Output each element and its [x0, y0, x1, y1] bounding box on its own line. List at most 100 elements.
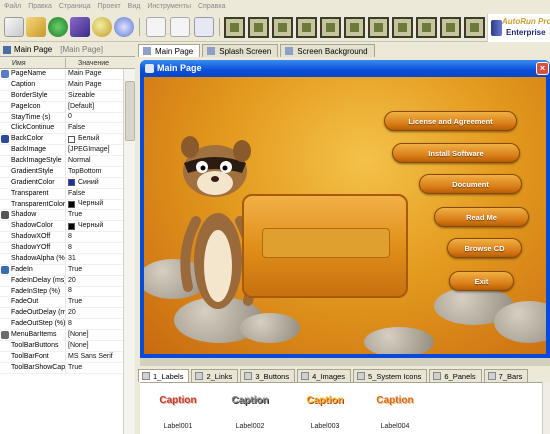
property-row[interactable]: TransparentColor Черный	[0, 199, 135, 211]
tab-labels[interactable]: 1_Labels	[138, 369, 190, 382]
property-row[interactable]: ShadowXOff 8	[0, 232, 135, 243]
splash-icon	[207, 47, 216, 55]
property-value-text: 8	[68, 320, 72, 328]
tab-links[interactable]: 2_Links	[191, 369, 239, 382]
object-selector[interactable]: Main Page [Main Page]	[0, 43, 135, 57]
template-icon[interactable]	[224, 17, 245, 38]
template-icon[interactable]	[464, 17, 485, 38]
caption-preview: Caption	[376, 395, 414, 406]
property-name: BorderStyle	[0, 90, 66, 101]
property-row[interactable]: ToolBarFont MS Sans Serif	[0, 351, 135, 363]
property-name: ShadowAlpha (%)	[0, 253, 66, 264]
property-name: ToolBarShowCaption	[0, 362, 66, 373]
component-label004[interactable]: Caption Label004	[365, 389, 425, 434]
component-name: Label003	[310, 423, 340, 430]
search-icon[interactable]	[92, 17, 112, 37]
template-icon[interactable]	[344, 17, 365, 38]
component-palette: Caption Label001 Caption Label002 Captio…	[140, 382, 550, 434]
template-icon[interactable]	[440, 17, 461, 38]
close-icon[interactable]: ×	[536, 62, 549, 75]
component-label003[interactable]: Caption Label003	[295, 389, 355, 434]
burn-disc-icon[interactable]	[114, 17, 134, 37]
property-row[interactable]: FadeOutDelay (ms) 20	[0, 308, 135, 320]
template-icon[interactable]	[368, 17, 389, 38]
tab-main-page[interactable]: Main Page	[138, 44, 201, 57]
property-row[interactable]: BackColor Белый	[0, 134, 135, 146]
palette-scrollbar[interactable]	[542, 382, 550, 434]
tab-label: 4_Images	[312, 371, 346, 381]
property-row[interactable]: ShadowColor Черный	[0, 221, 135, 233]
property-value-text: Черный	[78, 200, 104, 208]
tab-images[interactable]: 4_Images	[297, 369, 352, 382]
property-value-text: Черный	[78, 222, 104, 230]
globe-icon[interactable]	[48, 17, 68, 37]
property-value-text: 8	[68, 287, 72, 295]
menu-edit[interactable]: Правка	[28, 3, 52, 10]
menu-page[interactable]: Страница	[59, 3, 91, 10]
property-row[interactable]: FadeInStep (%) 8	[0, 286, 135, 298]
open-folder-icon[interactable]	[26, 17, 46, 37]
property-row[interactable]: StayTime (s) 0	[0, 112, 135, 124]
property-row[interactable]: FadeOutStep (%) 8	[0, 319, 135, 330]
property-row[interactable]: ShadowYOff 8	[0, 243, 135, 254]
document-button[interactable]: Document	[419, 174, 522, 194]
template-icon[interactable]	[272, 17, 293, 38]
tab-bars[interactable]: 7_Bars	[483, 369, 529, 382]
property-row[interactable]: GradientColor Синий	[0, 177, 135, 189]
template-icon[interactable]	[248, 17, 269, 38]
template-icon[interactable]	[296, 17, 317, 38]
property-row[interactable]: ShadowAlpha (%) 31	[0, 253, 135, 265]
property-value-text: 20	[68, 276, 76, 284]
install-software-button[interactable]: Install Software	[392, 143, 520, 163]
property-row[interactable]: FadeIn True	[0, 264, 135, 276]
property-row[interactable]: Caption Main Page	[0, 79, 135, 91]
design-stage[interactable]: License and Agreement Install Software D…	[144, 77, 546, 354]
property-value-text: [None]	[68, 341, 89, 349]
tab-splash-screen[interactable]: Splash Screen	[202, 44, 279, 57]
panels-icon	[433, 372, 442, 380]
run-icon[interactable]	[70, 17, 90, 37]
component-label001[interactable]: Caption Label001	[148, 389, 208, 434]
property-row[interactable]: ClickContinue False	[0, 123, 135, 135]
tab-screen-background[interactable]: Screen Background	[280, 44, 375, 57]
property-row[interactable]: BorderStyle Sizeable	[0, 90, 135, 102]
license-agreement-button[interactable]: License and Agreement	[384, 111, 517, 131]
menu-project[interactable]: Проект	[98, 3, 121, 10]
property-row[interactable]: FadeOut True	[0, 297, 135, 309]
property-row[interactable]: PageIcon [Default]	[0, 101, 135, 113]
browse-cd-button[interactable]: Browse CD	[447, 238, 522, 258]
template-icon[interactable]	[416, 17, 437, 38]
tab-system-icons[interactable]: 5_System Icons	[353, 369, 428, 382]
property-row[interactable]: FadeInDelay (ms) 20	[0, 275, 135, 287]
property-row[interactable]: MenuBarItems [None]	[0, 330, 135, 341]
menu-tools[interactable]: Инструменты	[147, 3, 191, 10]
column-name: Имя	[0, 58, 66, 68]
property-scrollbar[interactable]	[123, 69, 135, 434]
property-row[interactable]: Transparent False	[0, 188, 135, 200]
menu-help[interactable]: Справка	[198, 3, 225, 10]
property-row[interactable]: BackImage [JPEGImage]	[0, 145, 135, 156]
scroll-thumb[interactable]	[125, 81, 135, 141]
property-value-text: False	[68, 124, 86, 132]
preview-icon[interactable]	[194, 17, 214, 37]
property-row[interactable]: PageName Main Page	[0, 69, 135, 80]
menu-view[interactable]: Вид	[128, 3, 141, 10]
read-me-button[interactable]: Read Me	[434, 207, 529, 227]
page-icon[interactable]	[146, 17, 166, 37]
tab-panels[interactable]: 6_Panels	[429, 369, 482, 382]
exit-button[interactable]: Exit	[449, 271, 514, 291]
property-row[interactable]: ToolBarButtons [None]	[0, 340, 135, 352]
property-row[interactable]: GradientStyle TopBottom	[0, 166, 135, 178]
property-row[interactable]: Shadow True	[0, 210, 135, 222]
tab-buttons[interactable]: 3_Buttons	[240, 369, 296, 382]
copy-page-icon[interactable]	[170, 17, 190, 37]
component-label002[interactable]: Caption Label002	[220, 389, 280, 434]
property-value-text: 8	[68, 243, 72, 251]
template-icon[interactable]	[320, 17, 341, 38]
menu-file[interactable]: Файл	[4, 3, 21, 10]
property-row[interactable]: ToolBarShowCaptionTrue	[0, 362, 135, 374]
property-row[interactable]: BackImageStyle Normal	[0, 156, 135, 167]
new-project-icon[interactable]	[4, 17, 24, 37]
template-icon[interactable]	[392, 17, 413, 38]
color-swatch	[68, 179, 75, 187]
